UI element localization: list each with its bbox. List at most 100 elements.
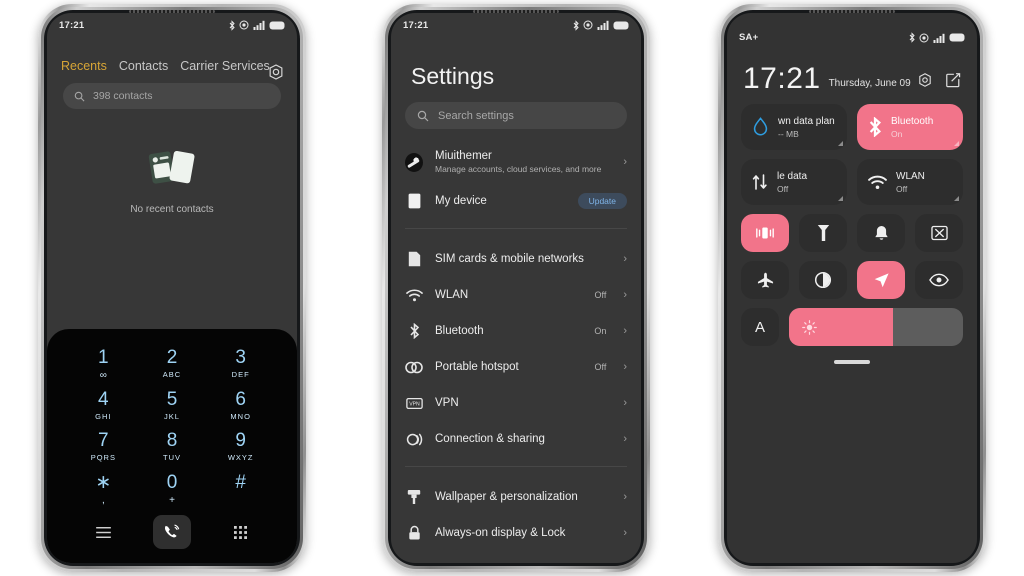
tile-location[interactable] [857,261,905,299]
battery-icon [269,21,285,29]
svg-text:VPN: VPN [409,401,420,407]
statusbar-icons [228,19,286,31]
update-badge[interactable]: Update [577,193,627,209]
signal-icon [597,20,608,30]
tile-auto-brightness[interactable]: A [741,308,779,346]
row-value: Off [594,290,607,300]
drag-handle[interactable] [834,360,870,364]
hotspot-icon [405,358,423,376]
battery-icon [949,33,965,42]
tile-bluetooth[interactable]: Bluetooth On [857,104,963,150]
dialpad-key-hash[interactable]: # [206,468,275,510]
account-subtitle: Manage accounts, cloud services, and mor… [435,164,602,174]
dialpad-key-6[interactable]: 6 MNO [206,385,275,427]
data-drop-icon [753,117,768,136]
row-label: Wallpaper & personalization [435,491,578,503]
wifi-icon [868,175,887,189]
search-icon [417,110,429,121]
call-button[interactable] [152,515,191,549]
edit-icon[interactable] [945,72,961,88]
key-sub: GHI [95,411,112,421]
tile-expand-corner [954,141,959,146]
settings-row-wlan[interactable]: WLAN Off › [391,277,641,313]
settings-row-connection-sharing[interactable]: Connection & sharing › [391,421,641,457]
tile-notifications[interactable] [857,214,905,252]
tab-carrier-services[interactable]: Carrier Services [180,59,270,73]
quick-settings-header: 17:21 Thursday, June 09 [727,47,977,95]
tile-eye-care[interactable] [915,261,963,299]
row-label: Portable hotspot [435,361,519,373]
key-digit: 7 [98,430,109,452]
gear-icon[interactable] [267,63,285,81]
phone-quick-settings: SA+ 17:21 Thursday, June 09 wn data plan… [718,4,986,572]
earpiece-speaker [129,10,215,13]
menu-icon[interactable] [95,526,111,538]
settings-personalization-group: Wallpaper & personalization › Always-on … [391,479,641,551]
airplane-icon [757,272,773,287]
clock-date: Thursday, June 09 [828,78,911,89]
dialpad-key-5[interactable]: 5 JKL [138,385,207,427]
settings-row-account[interactable]: Miuithemer Manage accounts, cloud servic… [391,141,641,183]
settings-row-always-on-display[interactable]: Always-on display & Lock › [391,515,641,551]
dialpad-key-4[interactable]: 4 GHI [69,385,138,427]
dialpad: 1 ∞ 2 ABC 3 DEF 4 GHI 5 JKL 6 MNO 7 PQRS 8 TUV 9… [47,329,297,563]
dialpad-key-1[interactable]: 1 ∞ [69,343,138,385]
bell-icon [874,225,888,240]
settings-row-vpn[interactable]: VPN VPN › [391,385,641,421]
tile-data-plan[interactable]: wn data plan -- MB [741,104,847,150]
dialpad-key-star[interactable]: ∗, [69,468,138,510]
tile-row-brightness: A [741,308,963,346]
location-icon [583,20,593,30]
statusbar-time: 17:21 [59,19,85,31]
tile-expand-corner [954,196,959,201]
vibrate-icon [756,227,774,239]
tile-row-3 [741,214,963,252]
dialpad-key-2[interactable]: 2 ABC [138,343,207,385]
tile-title: wn data plan [778,115,835,127]
settings-row-hotspot[interactable]: Portable hotspot Off › [391,349,641,385]
settings-row-bluetooth[interactable]: Bluetooth On › [391,313,641,349]
key-sub: PQRS [90,453,116,463]
settings-row-my-device[interactable]: My device Update [391,183,641,219]
signal-icon [933,33,944,43]
dialpad-icon[interactable] [234,525,248,539]
dialpad-key-9[interactable]: 9 WXYZ [206,426,275,468]
tile-airplane-mode[interactable] [741,261,789,299]
eye-care-icon [929,273,949,287]
row-label: VPN [435,397,459,409]
quick-settings-tiles: wn data plan -- MB Bluetooth On le data … [727,92,977,364]
tile-wlan[interactable]: WLAN Off [857,159,963,205]
screenshot-icon [930,225,948,241]
key-digit: 0 [166,471,178,493]
settings-connectivity-group: SIM cards & mobile networks › WLAN Off ›… [391,241,641,457]
tile-title: WLAN [896,170,925,182]
settings-row-wallpaper[interactable]: Wallpaper & personalization › [391,479,641,515]
my-device-label: My device [435,195,487,207]
key-digit: 3 [235,347,246,369]
settings-search-input[interactable]: Search settings [405,102,627,129]
clock-time: 17:21 [743,62,821,95]
statusbar-icons [572,19,630,31]
dialpad-key-3[interactable]: 3 DEF [206,343,275,385]
bluetooth-icon [405,322,423,340]
tab-contacts[interactable]: Contacts [119,59,168,73]
tab-recents[interactable]: Recents [61,59,107,73]
contacts-search-input[interactable]: 398 contacts [63,83,281,109]
tile-flashlight[interactable] [799,214,847,252]
tile-mobile-data[interactable]: le data Off [741,159,847,205]
tile-expand-corner [838,196,843,201]
row-label: SIM cards & mobile networks [435,253,584,265]
tile-screenshot[interactable] [915,214,963,252]
settings-row-sim-cards[interactable]: SIM cards & mobile networks › [391,241,641,277]
gear-icon[interactable] [917,72,933,88]
tile-dark-mode[interactable] [799,261,847,299]
dialpad-key-0[interactable]: 0 + [138,468,207,510]
brightness-slider[interactable] [789,308,963,346]
dialpad-key-7[interactable]: 7 PQRS [69,426,138,468]
mobile-data-icon [752,174,767,190]
row-label: Connection & sharing [435,433,545,445]
dialpad-key-8[interactable]: 8 TUV [138,426,207,468]
tile-vibrate[interactable] [741,214,789,252]
key-digit: 8 [166,430,178,452]
dark-mode-icon [814,271,832,289]
